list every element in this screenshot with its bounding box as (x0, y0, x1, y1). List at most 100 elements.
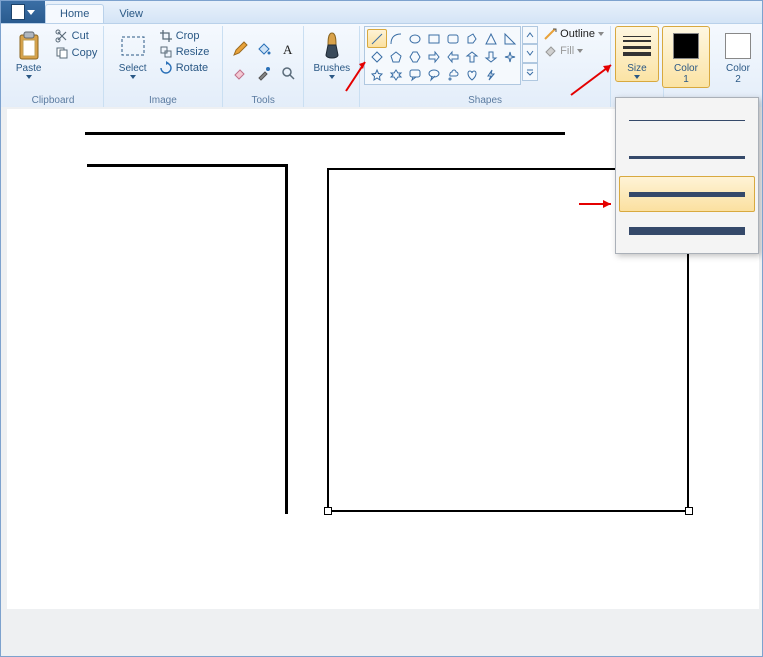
cut-button[interactable]: Cut (53, 28, 100, 44)
color2-swatch (723, 29, 753, 63)
shape-pentagon[interactable] (386, 47, 406, 66)
fill-icon (543, 44, 557, 58)
color2-button[interactable]: Color 2 (714, 26, 762, 88)
paste-button[interactable]: Paste (7, 26, 51, 82)
shape-six-star[interactable] (386, 65, 406, 84)
drawn-line (327, 510, 689, 512)
shapes-gallery[interactable] (364, 26, 521, 85)
paint-window: Home View Paste Cut (0, 0, 763, 657)
shape-right-triangle[interactable] (500, 29, 520, 48)
group-label-clipboard: Clipboard (7, 94, 99, 108)
shape-callout-cloud[interactable] (443, 65, 463, 84)
select-icon (118, 29, 148, 63)
annotation-arrow (567, 59, 617, 99)
tools-grid: A (228, 37, 298, 83)
shape-rectangle[interactable] (424, 29, 444, 48)
rotate-label: Rotate (176, 62, 208, 74)
titlebar: Home View (1, 1, 762, 24)
shapes-expand[interactable] (522, 63, 538, 81)
color2-label: Color 2 (726, 63, 750, 85)
drawn-line (85, 132, 565, 135)
shape-triangle[interactable] (481, 29, 501, 48)
color-picker-tool[interactable] (252, 61, 276, 85)
shape-polygon[interactable] (462, 29, 482, 48)
shapes-scroll-down[interactable] (522, 44, 538, 62)
fill-label: Fill (560, 45, 574, 57)
shape-heart[interactable] (462, 65, 482, 84)
color1-label: Color 1 (674, 63, 698, 85)
group-size: Size (611, 26, 664, 108)
clipboard-icon (14, 29, 44, 63)
copy-icon (55, 46, 69, 60)
document-icon (11, 4, 25, 20)
eraser-tool[interactable] (228, 61, 252, 85)
app-menu-button[interactable] (1, 1, 45, 23)
shape-up-arrow[interactable] (462, 47, 482, 66)
rotate-button[interactable]: Rotate (157, 60, 215, 76)
color1-swatch (671, 29, 701, 63)
pencil-tool[interactable] (228, 37, 252, 61)
resize-icon (159, 45, 173, 59)
outline-button[interactable]: Outline (541, 26, 606, 42)
drawn-line (87, 164, 287, 167)
text-tool[interactable]: A (276, 37, 300, 61)
chevron-down-icon (130, 75, 136, 79)
shape-line[interactable] (367, 29, 387, 48)
size-option-8px[interactable] (619, 213, 755, 249)
ribbon-tabs: Home View (45, 1, 158, 23)
color1-button[interactable]: Color 1 (662, 26, 710, 88)
group-label-brushes (308, 94, 355, 108)
cut-label: Cut (72, 30, 89, 42)
resize-label: Resize (176, 46, 210, 58)
tab-home[interactable]: Home (45, 4, 104, 23)
fill-button[interactable]: Fill (541, 43, 606, 59)
selection-handle[interactable] (685, 507, 693, 515)
shape-right-arrow[interactable] (424, 47, 444, 66)
selection-handle[interactable] (324, 507, 332, 515)
group-tools: A Tools (223, 26, 305, 108)
outline-label: Outline (560, 28, 595, 40)
size-option-3px[interactable] (619, 139, 755, 175)
chevron-down-icon (27, 10, 35, 15)
size-label: Size (627, 63, 646, 74)
shape-rounded-rectangle[interactable] (443, 29, 463, 48)
shape-left-arrow[interactable] (443, 47, 463, 66)
outline-icon (543, 27, 557, 41)
group-colors: Color 1 Color 2 (664, 26, 760, 108)
shape-curve[interactable] (386, 29, 406, 48)
shape-hexagon[interactable] (405, 47, 425, 66)
select-label: Select (119, 63, 147, 74)
crop-button[interactable]: Crop (157, 28, 215, 44)
size-option-1px[interactable] (619, 102, 755, 138)
copy-label: Copy (72, 47, 98, 59)
resize-button[interactable]: Resize (157, 44, 215, 60)
select-button[interactable]: Select (111, 26, 155, 82)
group-label-tools: Tools (227, 94, 300, 108)
chevron-down-icon (598, 32, 604, 36)
shape-four-star[interactable] (500, 47, 520, 66)
tab-view[interactable]: View (104, 4, 158, 23)
shape-callout-rounded[interactable] (405, 65, 425, 84)
shape-down-arrow[interactable] (481, 47, 501, 66)
crop-icon (159, 29, 173, 43)
copy-button[interactable]: Copy (53, 45, 100, 61)
shape-lightning[interactable] (481, 65, 501, 84)
size-icon (622, 29, 652, 63)
chevron-down-icon (26, 75, 32, 79)
size-dropdown (615, 97, 759, 254)
svg-text:A: A (283, 42, 293, 57)
scissors-icon (55, 29, 69, 43)
magnifier-tool[interactable] (276, 61, 300, 85)
size-option-5px[interactable] (619, 176, 755, 212)
chevron-down-icon (634, 75, 640, 79)
shapes-scroll-up[interactable] (522, 26, 538, 44)
shape-callout-oval[interactable] (424, 65, 444, 84)
drawn-line (327, 168, 329, 512)
paste-label: Paste (16, 63, 42, 74)
shape-oval[interactable] (405, 29, 425, 48)
fill-tool[interactable] (252, 37, 276, 61)
group-image: Select Crop Resize Rotate (104, 26, 223, 108)
size-button[interactable]: Size (615, 26, 659, 82)
crop-label: Crop (176, 30, 200, 42)
annotation-arrow (577, 197, 617, 211)
